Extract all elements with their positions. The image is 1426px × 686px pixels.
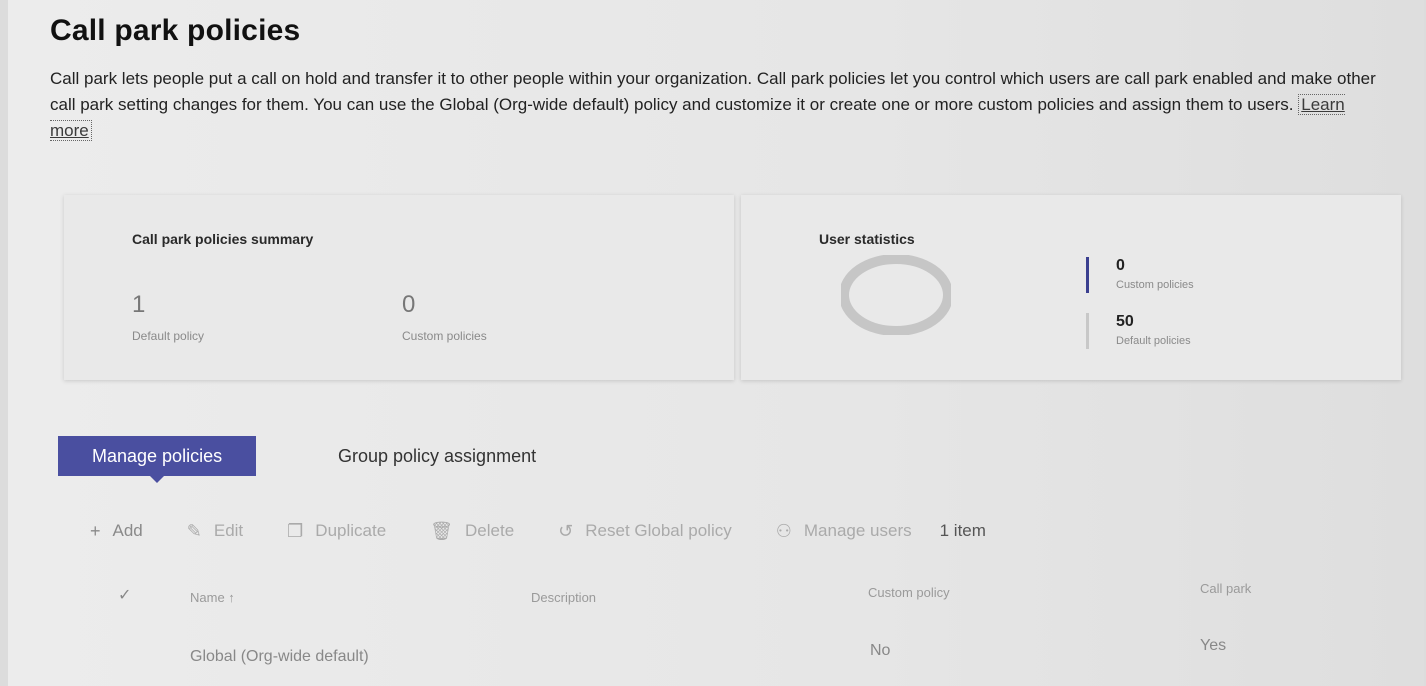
custom-policy-label: Custom policies [402,329,487,343]
duplicate-label: Duplicate [315,521,387,540]
summary-title: Call park policies summary [132,231,314,247]
edit-button[interactable]: ✎ Edit [187,521,243,542]
item-count: 1 item [939,521,986,540]
add-label: Add [112,521,143,540]
tab-group-policy-assignment[interactable]: Group policy assignment [304,436,570,476]
default-policy-label: Default policy [132,329,205,343]
legend-default-label: Default policies [1116,335,1191,347]
duplicate-button[interactable]: ❐ Duplicate [287,521,386,542]
reset-global-policy-button[interactable]: ↺ Reset Global policy [558,521,732,542]
legend-default-value: 50 [1116,313,1134,330]
legend-bar-default [1086,313,1089,349]
row-policy-name[interactable]: Global (Org-wide default) [190,648,369,666]
page-description: Call park lets people put a call on hold… [50,66,1390,144]
policies-summary-card: Call park policies summary 1 Default pol… [64,195,734,380]
custom-policy-count: 0 [402,291,416,318]
column-header-description[interactable]: Description [531,590,596,605]
donut-chart [841,255,951,335]
legend-custom-value: 0 [1116,257,1125,274]
donut-ring-default [841,255,951,335]
page-title: Call park policies [50,14,301,47]
legend-bar-custom [1086,257,1089,293]
pencil-icon: ✎ [186,520,202,541]
tab-manage-policies[interactable]: Manage policies [58,436,257,483]
add-button[interactable]: + Add [90,521,143,542]
manage-users-label: Manage users [803,521,912,540]
custom-policy-stat: 0 Custom policies [402,291,487,343]
reset-icon: ↺ [558,520,574,541]
row-custom-policy-value: No [870,642,891,659]
column-header-name[interactable]: Name ↑ [190,590,235,605]
copy-icon: ❐ [287,520,304,541]
toolbar: + Add ✎ Edit ❐ Duplicate 🗑 Delete ↺ Rese… [90,516,1030,546]
manage-users-button[interactable]: ⚇ Manage users [776,521,912,542]
plus-icon: + [90,520,101,541]
column-header-custom-policy[interactable]: Custom policy [868,585,950,600]
legend-custom-label: Custom policies [1116,279,1194,291]
default-policy-stat: 1 Default policy [132,291,204,343]
description-text: Call park lets people put a call on hold… [50,69,1376,114]
page: Call park policies Call park lets people… [8,0,1424,686]
delete-label: Delete [465,521,515,540]
column-header-call-park[interactable]: Call park [1200,581,1251,596]
user-statistics-title: User statistics [819,231,915,247]
user-statistics-card: User statistics 0 Custom policies 50 Def… [741,195,1401,380]
select-all-checkmark-icon[interactable]: ✓ [118,585,131,605]
trash-icon: 🗑 [430,520,454,541]
row-call-park-value: Yes [1200,637,1227,654]
default-policy-count: 1 [132,291,146,318]
people-icon: ⚇ [775,520,792,541]
delete-button[interactable]: 🗑 Delete [430,521,514,542]
reset-label: Reset Global policy [585,521,732,540]
edit-label: Edit [213,521,244,540]
